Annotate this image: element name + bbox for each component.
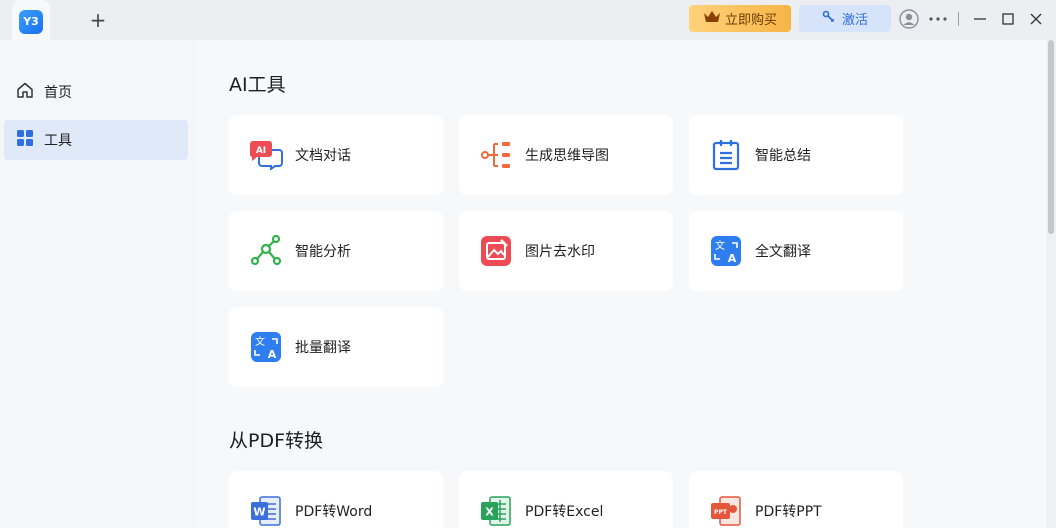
activate-label: 激活	[841, 13, 868, 28]
titlebar-separator	[958, 12, 959, 26]
close-icon[interactable]	[1025, 8, 1047, 30]
more-icon[interactable]	[927, 8, 949, 30]
translate-glyph-wen: 文	[715, 239, 725, 252]
card-batch-translate[interactable]: 文 A 批量翻译	[229, 307, 443, 387]
card-mindmap[interactable]: 生成思维导图	[459, 115, 673, 195]
card-label: PDF转PPT	[755, 504, 822, 520]
scrollbar-thumb[interactable]	[1048, 40, 1054, 234]
vertical-scrollbar[interactable]	[1047, 40, 1056, 528]
card-pdf-to-word[interactable]: W PDF转Word	[229, 471, 443, 528]
card-label: PDF转Excel	[525, 504, 604, 520]
grid-icon	[16, 129, 34, 151]
card-label: 图片去水印	[525, 244, 595, 260]
crown-icon	[703, 10, 721, 28]
translate-glyph-a: A	[728, 252, 737, 265]
card-label: 文档对话	[295, 148, 351, 164]
word-icon: W	[249, 494, 283, 528]
card-summary[interactable]: 智能总结	[689, 115, 903, 195]
sidebar-item-label: 工具	[44, 133, 72, 149]
key-icon	[822, 10, 836, 28]
sidebar-item-home[interactable]: 首页	[4, 72, 188, 112]
card-full-translate[interactable]: 文 A 全文翻译	[689, 211, 903, 291]
translate-glyph-wen: 文	[255, 335, 265, 348]
maximize-icon[interactable]	[997, 8, 1019, 30]
user-avatar-icon[interactable]	[898, 8, 920, 30]
title-bar: Y3 + 立即购买 激活	[0, 0, 1056, 40]
card-watermark-removal[interactable]: 图片去水印	[459, 211, 673, 291]
card-analysis[interactable]: 智能分析	[229, 211, 443, 291]
summary-icon	[709, 138, 743, 172]
activate-button[interactable]: 激活	[799, 5, 891, 32]
section-title-pdf-convert: 从PDF转换	[229, 430, 324, 452]
card-pdf-to-ppt[interactable]: PPT PDF转PPT	[689, 471, 903, 528]
card-label: 智能分析	[295, 244, 351, 260]
buy-now-label: 立即购买	[724, 13, 777, 28]
card-label: 批量翻译	[295, 340, 351, 356]
sidebar-item-label: 首页	[44, 85, 72, 101]
analysis-icon	[249, 234, 283, 268]
sidebar: 首页 工具	[0, 40, 196, 528]
card-label: PDF转Word	[295, 504, 373, 520]
new-tab-button[interactable]: +	[86, 8, 110, 32]
translate-icon: 文 A	[709, 234, 743, 268]
home-tab[interactable]: Y3	[12, 0, 50, 40]
ai-chat-icon: AI	[249, 138, 283, 172]
mindmap-icon	[479, 138, 513, 172]
ppt-glyph: PPT	[714, 509, 728, 516]
card-label: 全文翻译	[755, 244, 811, 260]
section-title-ai-tools: AI工具	[229, 74, 286, 96]
watermark-remove-icon	[479, 234, 513, 268]
card-label: 智能总结	[755, 148, 811, 164]
home-icon	[16, 81, 34, 103]
minimize-icon[interactable]	[969, 8, 991, 30]
ai-badge-text: AI	[256, 146, 266, 156]
app-logo: Y3	[19, 10, 43, 34]
ppt-icon: PPT	[709, 494, 743, 528]
buy-now-button[interactable]: 立即购买	[689, 5, 791, 32]
excel-icon: X	[479, 494, 513, 528]
excel-glyph: X	[485, 506, 494, 519]
word-glyph: W	[253, 506, 265, 519]
card-label: 生成思维导图	[525, 148, 609, 164]
translate-glyph-a: A	[268, 348, 277, 361]
card-doc-chat[interactable]: AI 文档对话	[229, 115, 443, 195]
batch-translate-icon: 文 A	[249, 330, 283, 364]
card-pdf-to-excel[interactable]: X PDF转Excel	[459, 471, 673, 528]
main-content: AI工具 AI 文档对话 生成思维导图 智能总结 智能分析 图片去水印 文 A …	[196, 40, 1056, 528]
sidebar-item-tools[interactable]: 工具	[4, 120, 188, 160]
